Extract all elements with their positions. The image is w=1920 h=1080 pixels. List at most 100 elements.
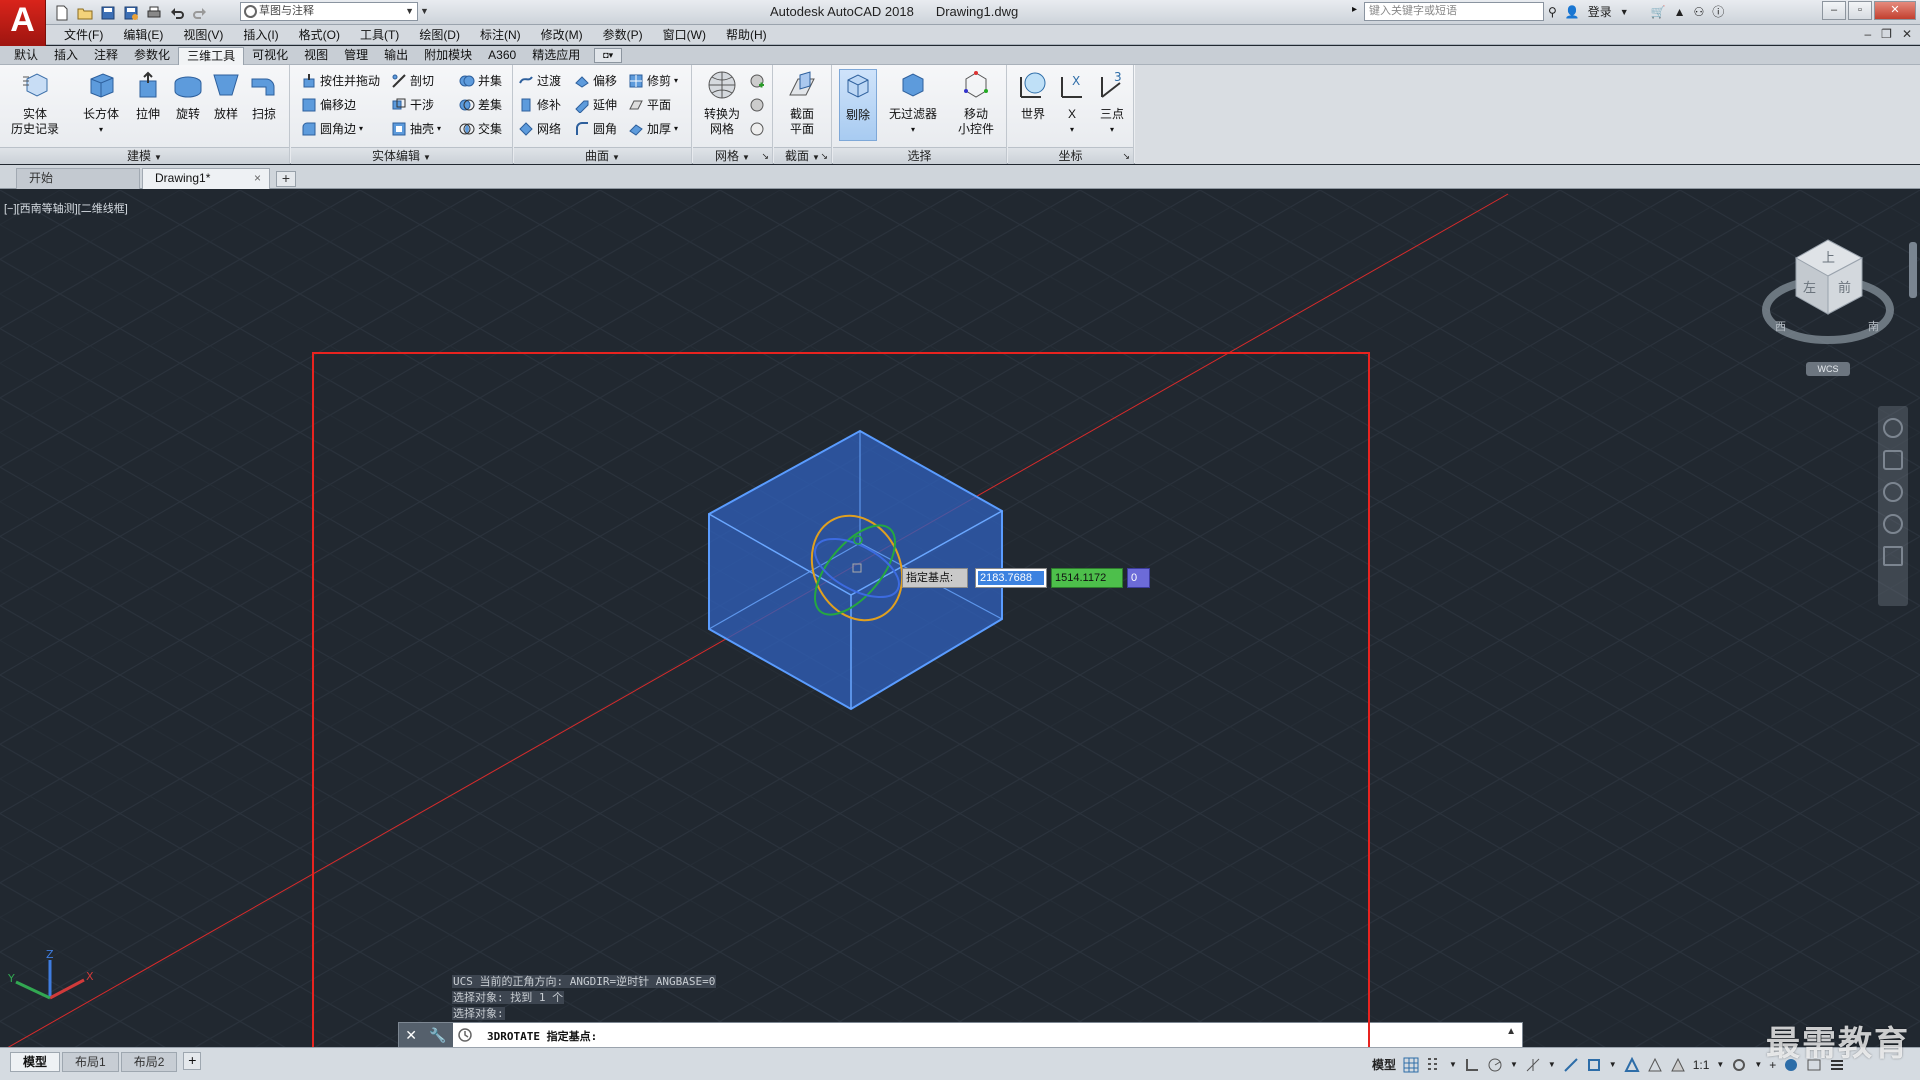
workspace-switch-icon[interactable]	[1731, 1057, 1747, 1073]
pan-icon[interactable]	[1883, 450, 1903, 470]
chevron-down-icon[interactable]: ▼	[1548, 1060, 1556, 1069]
annotation-scale-value[interactable]: 1:1	[1693, 1058, 1710, 1072]
extrude-button[interactable]: 拉伸	[128, 69, 168, 122]
object-snap-tracking-icon[interactable]	[1563, 1057, 1579, 1073]
ribbon-tab[interactable]: 插入	[46, 47, 86, 65]
union-button[interactable]: 并集	[459, 71, 502, 91]
ribbon-minimize-toggle-icon[interactable]: ◘▾	[594, 48, 623, 63]
blend-button[interactable]: 过渡	[518, 71, 561, 91]
doc-restore-button[interactable]: ❐	[1881, 27, 1892, 41]
panel-title-coordinates[interactable]: 坐标 ↘	[1008, 147, 1133, 164]
menu-item[interactable]: 窗口(W)	[653, 27, 716, 43]
ribbon-tab[interactable]: 注释	[86, 47, 126, 65]
application-menu-button[interactable]: A	[0, 0, 46, 46]
snap-icon[interactable]	[1426, 1057, 1442, 1073]
convert-to-mesh-button[interactable]: 转换为 网格	[697, 69, 747, 137]
subtract-button[interactable]: 差集	[459, 95, 502, 115]
panel-title-selection[interactable]: 选择	[833, 147, 1006, 164]
ribbon-tab[interactable]: 附加模块	[416, 47, 480, 65]
ortho-icon[interactable]	[1464, 1057, 1480, 1073]
vertical-scrollbar[interactable]	[1909, 242, 1917, 298]
help-icon[interactable]: ⓘ	[1712, 3, 1724, 20]
shell-button[interactable]: 抽壳 ▾	[391, 119, 441, 139]
interfere-button[interactable]: 干涉	[391, 95, 434, 115]
auto-scale-icon[interactable]	[1647, 1057, 1663, 1073]
mesh-smooth-icon[interactable]	[749, 121, 765, 137]
ribbon-tab[interactable]: 精选应用	[524, 47, 588, 65]
menu-item[interactable]: 标注(N)	[470, 27, 531, 43]
revolve-button[interactable]: 旋转	[168, 69, 208, 122]
surface-fillet-button[interactable]: 圆角	[574, 119, 617, 139]
steering-wheel-icon[interactable]	[1883, 418, 1903, 438]
qat-customize-icon[interactable]: ▼	[420, 2, 432, 21]
patch-button[interactable]: 修补	[518, 95, 561, 115]
login-button[interactable]: 登录	[1588, 3, 1612, 20]
save-as-icon[interactable]	[121, 4, 141, 22]
fillet-edge-button[interactable]: 圆角边 ▾	[301, 119, 363, 139]
network-button[interactable]: 网络	[518, 119, 561, 139]
open-folder-icon[interactable]	[75, 4, 95, 22]
chevron-down-icon[interactable]: ▼	[1449, 1060, 1457, 1069]
close-tab-icon[interactable]: ×	[254, 169, 261, 188]
presspull-button[interactable]: 按住并拖动	[301, 71, 380, 91]
chevron-down-icon[interactable]: ▾	[885, 122, 941, 137]
tab-start[interactable]: 开始	[16, 168, 140, 189]
ucs-world-button[interactable]: 世界	[1014, 69, 1052, 122]
menu-item[interactable]: 帮助(H)	[716, 27, 777, 43]
menu-item[interactable]: 视图(V)	[173, 27, 233, 43]
close-button[interactable]: ✕	[1874, 1, 1916, 20]
menu-item[interactable]: 插入(I)	[233, 27, 288, 43]
layout-tab[interactable]: 布局2	[120, 1052, 178, 1072]
chevron-down-icon[interactable]: ▼	[1510, 1060, 1518, 1069]
solid-history-button[interactable]: 实体 历史记录	[10, 69, 60, 137]
exchange-icon[interactable]: ⚇	[1694, 5, 1705, 19]
showmotion-icon[interactable]	[1883, 546, 1903, 566]
menu-item[interactable]: 格式(O)	[289, 27, 350, 43]
tab-drawing1[interactable]: Drawing1* ×	[142, 168, 270, 189]
menu-item[interactable]: 修改(M)	[531, 27, 593, 43]
chevron-up-icon[interactable]: ▲	[1506, 1026, 1516, 1037]
model-space-button[interactable]: 模型	[1372, 1056, 1396, 1073]
panel-title-solid-editing[interactable]: 实体编辑 ▼	[291, 147, 512, 164]
isodraft-icon[interactable]	[1525, 1057, 1541, 1073]
doc-close-button[interactable]: ✕	[1902, 27, 1912, 41]
undo-icon[interactable]	[167, 4, 187, 22]
menu-item[interactable]: 编辑(E)	[113, 27, 173, 43]
chevron-down-icon[interactable]: ▾	[1054, 122, 1090, 137]
offset-edge-button[interactable]: 偏移边	[301, 95, 356, 115]
cart-icon[interactable]: 🛒	[1651, 5, 1666, 19]
intersect-button[interactable]: 交集	[459, 119, 502, 139]
save-icon[interactable]	[98, 4, 118, 22]
add-layout-button[interactable]: +	[183, 1052, 202, 1070]
ucs-3point-button[interactable]: 3 三点 ▾	[1092, 69, 1132, 137]
mesh-add-icon[interactable]	[749, 73, 765, 89]
ucs-x-button[interactable]: X X ▾	[1054, 69, 1090, 137]
workspace-dropdown[interactable]: 草图与注释 ▼	[240, 2, 418, 21]
chevron-down-icon[interactable]: ▼	[1609, 1060, 1617, 1069]
new-tab-button[interactable]: +	[276, 171, 296, 187]
layout-tab[interactable]: 布局1	[62, 1052, 119, 1072]
cull-button[interactable]: 剔除	[839, 69, 877, 141]
planar-button[interactable]: 平面	[628, 95, 671, 115]
grid-icon[interactable]	[1403, 1057, 1419, 1073]
panel-title-mesh[interactable]: 网格 ▼ ↘	[693, 147, 772, 164]
print-icon[interactable]	[144, 4, 164, 22]
ribbon-tab[interactable]: 输出	[376, 47, 416, 65]
user-icon[interactable]: 👤	[1565, 5, 1580, 19]
annotation-visibility-icon[interactable]	[1624, 1056, 1640, 1073]
ribbon-tab[interactable]: A360	[480, 47, 524, 65]
panel-title-surface[interactable]: 曲面 ▼	[514, 147, 691, 164]
chevron-down-icon[interactable]: ▼	[1620, 7, 1629, 17]
annotation-scale-icon[interactable]	[1670, 1057, 1686, 1073]
menu-item[interactable]: 绘图(D)	[409, 27, 470, 43]
search-input[interactable]: 键入关键字或短语	[1364, 2, 1544, 21]
ribbon-tab[interactable]: 三维工具	[178, 47, 245, 65]
doc-minimize-button[interactable]: –	[1864, 27, 1871, 41]
panel-title-modeling[interactable]: 建模 ▼	[0, 147, 289, 164]
sweep-button[interactable]: 扫掠	[244, 69, 284, 122]
no-filter-button[interactable]: 无过滤器 ▾	[885, 69, 941, 137]
panel-title-section[interactable]: 截面 ▼ ↘	[774, 147, 831, 164]
chevron-down-icon[interactable]: ▼	[1754, 1060, 1762, 1069]
new-file-icon[interactable]	[52, 4, 72, 22]
layout-tab[interactable]: 模型	[10, 1052, 61, 1072]
